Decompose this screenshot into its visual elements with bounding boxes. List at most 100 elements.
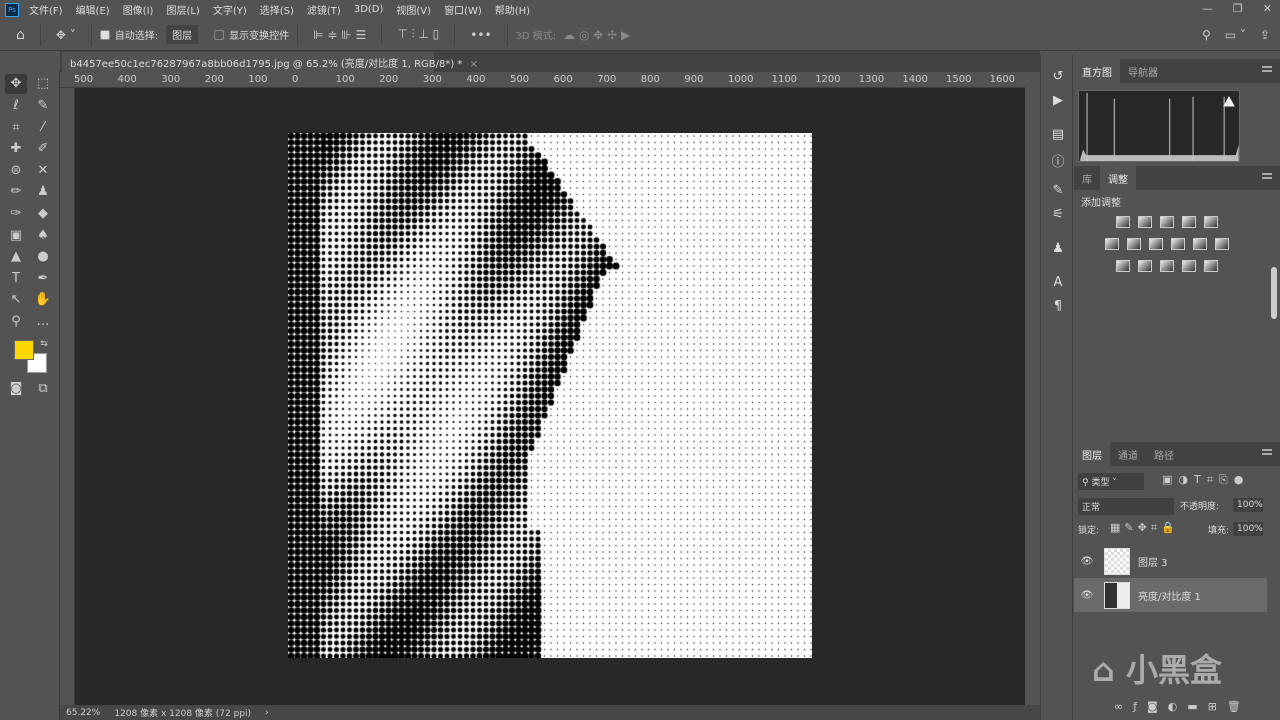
lasso-tool-icon[interactable]: ℓ — [5, 96, 27, 116]
auto-select-checkbox[interactable] — [99, 29, 110, 40]
menu-item[interactable]: 3D(D) — [354, 4, 384, 15]
tab-paths[interactable]: 路径 — [1146, 442, 1182, 466]
layer-row[interactable]: 👁 图层 3 — [1074, 544, 1267, 578]
close-button[interactable]: ✕ — [1263, 2, 1272, 15]
gradient-map-icon[interactable] — [1204, 260, 1218, 272]
hue-saturation-icon[interactable] — [1105, 238, 1119, 250]
quick-select-tool-icon[interactable]: ✎ — [32, 96, 54, 116]
actions-play-icon[interactable]: ▶ — [1049, 93, 1067, 108]
layer-filter-icons[interactable]: ▣◑T⌗⎘● — [1162, 473, 1249, 487]
foreground-color-swatch[interactable] — [14, 340, 34, 360]
panel-menu-icon[interactable] — [1262, 173, 1272, 175]
threshold-icon[interactable] — [1160, 260, 1174, 272]
tab-channels[interactable]: 通道 — [1110, 442, 1146, 466]
levels-icon[interactable] — [1138, 216, 1152, 228]
posterize-icon[interactable] — [1138, 260, 1152, 272]
path-select-tool-icon[interactable]: ↖ — [5, 290, 27, 310]
info-icon[interactable]: ⓘ — [1049, 151, 1067, 170]
clone-stamp-icon[interactable]: ♟ — [32, 182, 54, 202]
panel-scrollbar[interactable] — [1271, 267, 1277, 319]
vibrance-icon[interactable] — [1204, 216, 1218, 228]
restore-button[interactable]: ❐ — [1233, 2, 1243, 15]
character-icon[interactable]: A — [1049, 275, 1067, 290]
lock-icons[interactable]: ▦✎✥⌗🔒 — [1110, 521, 1179, 535]
gradient-tool-icon[interactable]: ▣ — [5, 226, 27, 246]
tab-libraries[interactable]: 库 — [1074, 166, 1100, 190]
brush-settings-icon[interactable]: ✎ — [1049, 183, 1067, 198]
menu-item[interactable]: 选择(S) — [260, 2, 294, 17]
history-brush-icon[interactable]: ✕ — [32, 161, 54, 181]
black-white-icon[interactable] — [1149, 238, 1163, 250]
invert-icon[interactable] — [1116, 260, 1130, 272]
panel-menu-icon[interactable] — [1262, 449, 1272, 451]
properties-icon[interactable]: ▤ — [1049, 127, 1067, 142]
share-icon[interactable]: ⇪ — [1260, 28, 1270, 42]
menu-item[interactable]: 图像(I) — [123, 2, 154, 17]
visibility-eye-icon[interactable]: 👁 — [1078, 556, 1096, 567]
auto-select-dropdown[interactable]: 图层 — [166, 25, 199, 44]
quick-mask-icon[interactable]: ◙ — [5, 379, 27, 399]
menu-item[interactable]: 窗口(W) — [444, 2, 482, 17]
brush-icon[interactable]: ✏ — [5, 182, 27, 202]
healing-tool-icon[interactable]: ✚ — [5, 139, 27, 159]
close-tab-icon[interactable]: × — [470, 59, 478, 70]
distribute-icons[interactable]: ⊤ ⫶ ⊥ ▯ — [397, 27, 439, 42]
curves-icon[interactable] — [1160, 216, 1174, 228]
workspace-icon[interactable]: ▭ ˅ — [1225, 28, 1246, 42]
home-icon[interactable]: ⌂ — [16, 27, 25, 43]
exposure-icon[interactable] — [1182, 216, 1196, 228]
history-icon[interactable]: ↺ — [1049, 69, 1067, 84]
eyedropper-tool-icon[interactable]: ⁄ — [32, 118, 54, 138]
crop-tool-icon[interactable]: ⌗ — [5, 118, 27, 138]
swap-colors-icon[interactable]: ⇆ — [33, 334, 55, 354]
brush-tool-icon[interactable]: ✐ — [32, 139, 54, 159]
sharpen-tool-icon[interactable]: ▲ — [5, 247, 27, 267]
menu-item[interactable]: 滤镜(T) — [307, 2, 341, 17]
more-tools-icon[interactable]: … — [32, 312, 54, 332]
more-options-button[interactable]: ••• — [470, 28, 491, 42]
tab-adjustments[interactable]: 调整 — [1100, 166, 1136, 190]
tab-layers[interactable]: 图层 — [1074, 442, 1110, 466]
art-brush-icon[interactable]: ✑ — [5, 204, 27, 224]
type-tool-icon[interactable]: T — [5, 269, 27, 289]
show-transform-checkbox[interactable] — [214, 29, 225, 40]
zoom-level[interactable]: 65.22% — [66, 708, 100, 718]
canvas-area[interactable] — [75, 88, 1025, 705]
tab-navigator[interactable]: 导航器 — [1120, 59, 1166, 83]
panel-menu-icon[interactable] — [1262, 66, 1272, 68]
menu-item[interactable]: 文字(Y) — [213, 2, 247, 17]
opacity-input[interactable]: 100% — [1233, 498, 1263, 512]
move-tool-icon[interactable]: ✥ ˅ — [56, 28, 76, 42]
layer-filter-dropdown[interactable]: ⚲ 类型 ˅ — [1078, 473, 1144, 490]
document-tab[interactable]: b4457ee50c1ec76287967a8bb06d1795.jpg @ 6… — [62, 52, 478, 72]
align-icons[interactable]: ⊫ ≑ ⊪ ☰ — [313, 28, 366, 42]
layer-row-selected[interactable]: 👁 亮度/对比度 1 — [1074, 578, 1267, 612]
tool-presets-icon[interactable]: ⚟ — [1049, 207, 1067, 222]
menu-item[interactable]: 编辑(E) — [76, 2, 110, 17]
blur-tool-icon[interactable]: ♠ — [32, 226, 54, 246]
color-balance-icon[interactable] — [1127, 238, 1141, 250]
visibility-eye-icon[interactable]: 👁 — [1078, 590, 1096, 601]
layers-footer-icons[interactable]: ∞ƒ◙◐▬⊞🗑 — [1114, 700, 1251, 713]
menu-item[interactable]: 帮助(H) — [495, 2, 530, 17]
clone-source-icon[interactable]: ♟ — [1049, 241, 1067, 256]
screen-mode-icon[interactable]: ⧉ — [32, 379, 54, 399]
brightness-icon[interactable] — [1116, 216, 1130, 228]
minimize-button[interactable]: — — [1202, 2, 1213, 15]
move-tool-icon[interactable]: ✥ — [5, 74, 27, 94]
tab-histogram[interactable]: 直方图 — [1074, 59, 1120, 83]
halftone-image[interactable] — [288, 133, 812, 658]
pen-tool-icon[interactable]: ✒ — [32, 269, 54, 289]
color-lookup-icon[interactable] — [1215, 238, 1229, 250]
eraser-tool-icon[interactable]: ◆ — [32, 204, 54, 224]
3d-mode-icons[interactable]: ☁ ◎ ✥ ✣ ▶ — [563, 28, 630, 42]
zoom-tool-icon[interactable]: ⚲ — [5, 312, 27, 332]
blend-mode-dropdown[interactable]: 正常 — [1078, 498, 1174, 515]
selective-color-icon[interactable] — [1182, 260, 1196, 272]
menu-item[interactable]: 视图(V) — [396, 2, 431, 17]
status-menu-arrow[interactable]: › — [265, 708, 269, 718]
search-icon[interactable]: ⚲ — [1202, 28, 1211, 42]
menu-item[interactable]: 图层(L) — [166, 2, 199, 17]
menu-item[interactable]: 文件(F) — [29, 2, 63, 17]
channel-mixer-icon[interactable] — [1193, 238, 1207, 250]
